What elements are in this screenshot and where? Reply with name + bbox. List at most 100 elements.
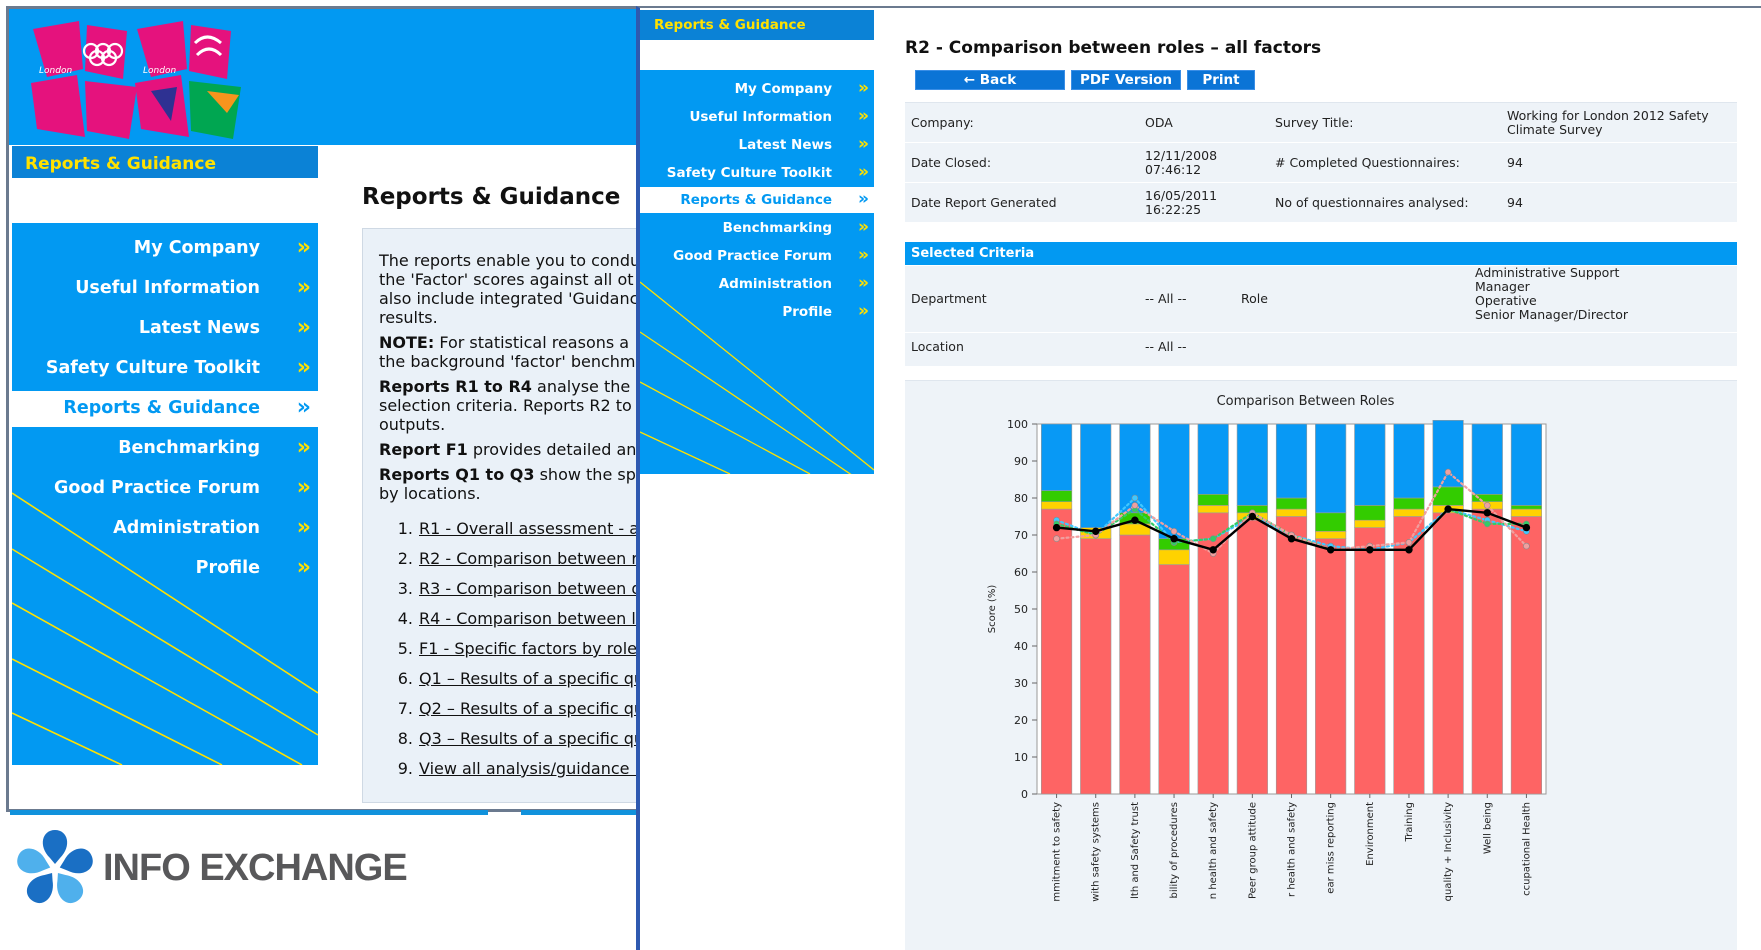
sidebar-item-latest-news[interactable]: Latest News » [640, 132, 874, 158]
bar-segment [1393, 497, 1425, 510]
list-number: 6. [397, 669, 413, 688]
report-link-r3[interactable]: R3 - Comparison between d [419, 579, 642, 598]
text-line: selection criteria. Reports R2 to [379, 396, 632, 415]
location-label: Location [911, 339, 964, 354]
page-title: R2 - Comparison between roles – all fact… [905, 38, 1322, 58]
sidebar-item-benchmarking[interactable]: Benchmarking » [640, 215, 874, 241]
text-bold: Reports Q1 to Q3 [379, 465, 535, 484]
bar-segment [1315, 512, 1347, 532]
london-2012-olympic-logo: London [31, 21, 137, 139]
page-title: Reports & Guidance [362, 184, 621, 210]
bar-segment [1236, 519, 1268, 795]
series-point [1405, 539, 1413, 546]
sidebar-item-profile[interactable]: Profile » [640, 299, 874, 325]
sidebar-item-label: Administration [113, 518, 260, 538]
survey-title-value: Working for London 2012 Safety [1507, 108, 1709, 123]
list-number: 4. [397, 609, 413, 628]
chevron-right-icon: » [858, 189, 869, 209]
print-button[interactable]: Print [1187, 70, 1255, 90]
pdf-version-button[interactable]: PDF Version [1071, 70, 1181, 90]
sidebar-item-good-practice-forum[interactable]: Good Practice Forum » [640, 243, 874, 269]
text-line: by locations. [379, 484, 481, 503]
sidebar-item-useful-information[interactable]: Useful Information » [12, 271, 318, 307]
date-generated-label: Date Report Generated [911, 195, 1057, 210]
bar-segment [1236, 423, 1268, 506]
x-tick-label: Well being [1482, 802, 1493, 854]
sidebar-item-profile[interactable]: Profile » [12, 551, 318, 587]
sidebar-item-administration[interactable]: Administration » [640, 271, 874, 297]
chevron-right-icon: » [858, 162, 869, 182]
sidebar-item-administration[interactable]: Administration » [12, 511, 318, 547]
sidebar-item-good-practice-forum[interactable]: Good Practice Forum » [12, 471, 318, 507]
x-tick-label: ccupational Health [1521, 802, 1532, 896]
questionnaires-analysed-label: No of questionnaires analysed: [1275, 195, 1469, 210]
sidebar-item-label: Safety Culture Toolkit [45, 358, 260, 378]
x-tick-label: mmitment to safety [1052, 802, 1063, 902]
list-item: 1. R1 - Overall assessment - a [379, 519, 646, 549]
text-line: results. [379, 308, 438, 327]
report-link-q1[interactable]: Q1 – Results of a specific qu [419, 669, 644, 688]
series-point [1444, 468, 1452, 476]
report-link-r4[interactable]: R4 - Comparison between lo [419, 609, 646, 628]
date-closed-value: 07:46:12 [1145, 162, 1202, 177]
series-point [1209, 546, 1217, 554]
text-line: For statistical reasons a [434, 333, 630, 352]
sidebar-item-label: Benchmarking [118, 438, 260, 458]
y-tick-label: 40 [1014, 640, 1028, 653]
view-all-guidance-link[interactable]: View all analysis/guidance n [419, 759, 645, 778]
bar-segment [1275, 497, 1308, 510]
chevron-right-icon: » [296, 235, 311, 260]
paragraph: Reports R1 to R4 analyse the selection cr… [379, 377, 646, 434]
series-point [1326, 546, 1335, 554]
report-link-r1[interactable]: R1 - Overall assessment - a [419, 519, 639, 538]
back-button[interactable]: ← Back [915, 70, 1065, 90]
chevron-right-icon: » [858, 245, 869, 265]
list-number: 5. [397, 639, 413, 658]
sidebar-item-latest-news[interactable]: Latest News » [12, 311, 318, 347]
bar-segment [1315, 423, 1347, 514]
divider [521, 810, 641, 815]
sidebar-item-safety-culture-toolkit[interactable]: Safety Culture Toolkit » [12, 351, 318, 387]
list-number: 2. [397, 549, 413, 568]
x-tick-label: Environment [1365, 802, 1376, 866]
sidebar-item-safety-culture-toolkit[interactable]: Safety Culture Toolkit » [640, 160, 874, 186]
back-window[interactable]: London London Reports & Guidance My Comp… [6, 6, 646, 812]
chart-title: Comparison Between Roles [1217, 394, 1395, 409]
series-point [1287, 535, 1296, 543]
bar-segment [1432, 512, 1464, 795]
info-exchange-logo-icon [17, 830, 93, 904]
report-link-r2[interactable]: R2 - Comparison between r [419, 549, 638, 568]
report-link-f1[interactable]: F1 - Specific factors by roles [419, 639, 645, 658]
bar-segment [1080, 538, 1112, 795]
y-tick-label: 10 [1014, 751, 1028, 764]
sidebar-item-label: Useful Information [75, 278, 260, 298]
y-tick-label: 100 [1007, 418, 1028, 431]
text-bold: Reports R1 to R4 [379, 377, 532, 396]
report-link-q3[interactable]: Q3 – Results of a specific qu [419, 729, 644, 748]
sidebar-nav: My Company » Useful Information » Latest N… [640, 70, 874, 474]
text-line: analyse the [531, 377, 631, 396]
sidebar-item-label: Useful Information [689, 109, 832, 125]
sidebar-item-reports-guidance[interactable]: Reports & Guidance » [12, 391, 318, 427]
series-point [1131, 502, 1139, 509]
sidebar-item-label: Profile [195, 558, 260, 578]
sidebar-item-useful-information[interactable]: Useful Information » [640, 104, 874, 130]
report-link-q2[interactable]: Q2 – Results of a specific qu [419, 699, 644, 718]
sidebar-item-label: Reports & Guidance [63, 398, 260, 418]
series-point [1170, 528, 1178, 535]
sidebar-item-benchmarking[interactable]: Benchmarking » [12, 431, 318, 467]
section-header-label: Reports & Guidance [654, 17, 806, 33]
company-label: Company: [911, 115, 974, 130]
list-item: 8. Q3 – Results of a specific qu [379, 729, 646, 759]
text-line: provides detailed an [467, 440, 637, 459]
sidebar-item-my-company[interactable]: My Company » [12, 231, 318, 267]
completed-questionnaires-label: # Completed Questionnaires: [1275, 155, 1460, 170]
paragraph: The reports enable you to condu the 'Fact… [379, 251, 646, 327]
front-window[interactable]: Reports & Guidance My Company » Useful In… [636, 6, 1761, 950]
sidebar-item-my-company[interactable]: My Company » [640, 76, 874, 102]
bar-segment [1158, 549, 1190, 565]
chevron-right-icon: » [296, 515, 311, 540]
sidebar-item-reports-guidance[interactable]: Reports & Guidance » [640, 187, 874, 213]
guidance-panel: The reports enable you to condu the 'Fact… [362, 228, 646, 803]
series-point [1131, 516, 1139, 524]
